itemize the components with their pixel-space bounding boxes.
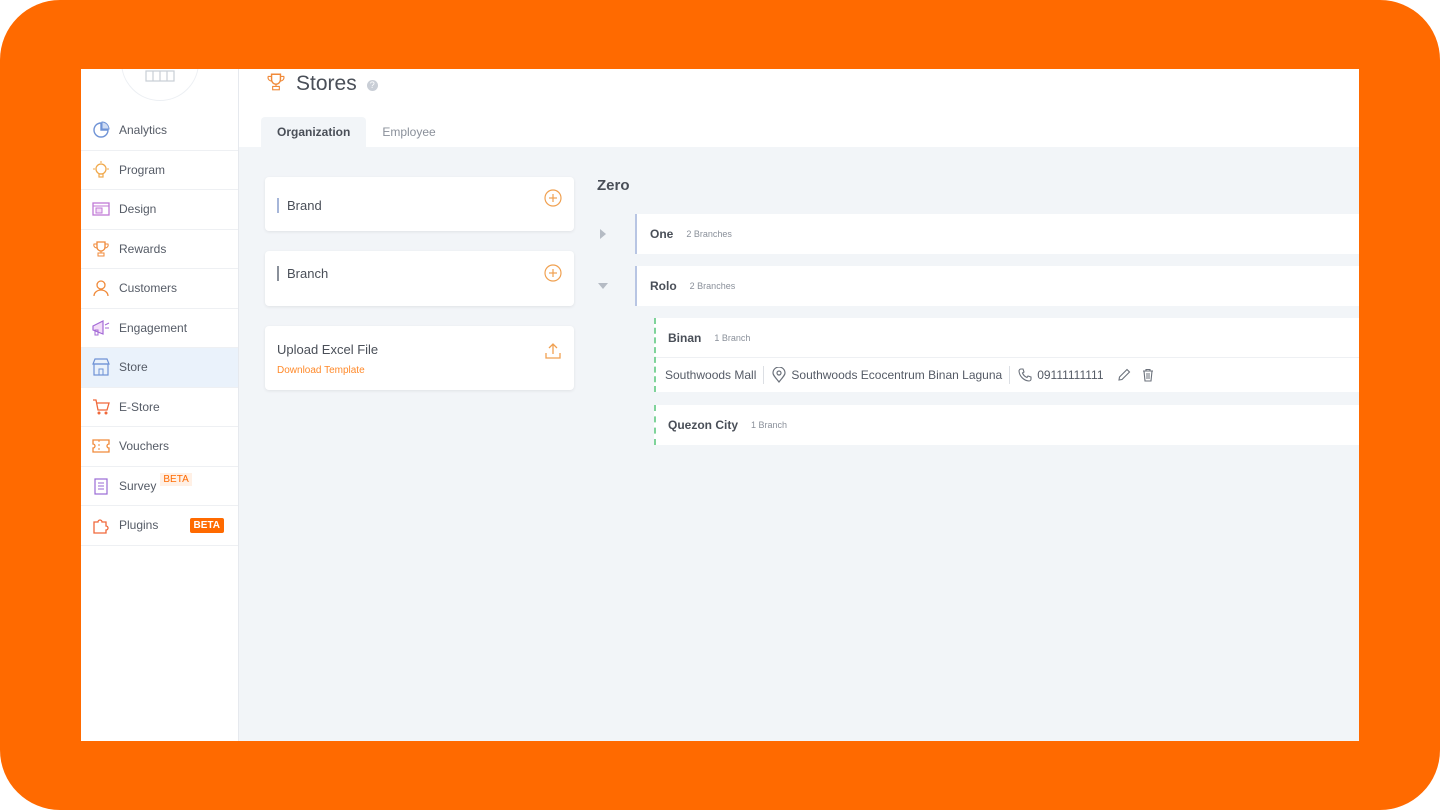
ticket-icon <box>91 436 111 456</box>
add-brand-icon[interactable] <box>544 189 562 207</box>
sidebar-item-label: Design <box>119 202 157 217</box>
app-window: Analytics Program Design Rewards Custome… <box>81 69 1359 741</box>
sidebar-item-rewards[interactable]: Rewards <box>81 230 238 269</box>
pie-chart-icon <box>91 120 111 140</box>
title-row: Stores ? <box>266 72 378 96</box>
avatar[interactable] <box>121 69 199 101</box>
store-name: Southwoods Mall <box>665 368 757 382</box>
sidebar-item-vouchers[interactable]: Vouchers <box>81 427 238 467</box>
sidebar-item-label: Customers <box>119 281 178 296</box>
page-header: Stores ? Organization Employee <box>239 69 1359 147</box>
sidebar-item-label: Plugins <box>119 518 159 533</box>
sidebar-item-label: Store <box>119 360 148 375</box>
collapse-caret-icon[interactable] <box>597 280 609 292</box>
branch-panel: Quezon City 1 Branch <box>654 405 1359 445</box>
sidebar-item-engagement[interactable]: Engagement <box>81 309 238 348</box>
branch-panel: Binan 1 Branch Southwoods Mall Southwood… <box>654 318 1359 392</box>
branch-name: Quezon City <box>668 418 739 432</box>
brand-name: One <box>650 227 674 241</box>
lightbulb-icon <box>91 160 111 180</box>
megaphone-icon <box>91 318 111 338</box>
sidebar-item-analytics[interactable]: Analytics <box>81 111 238 151</box>
sidebar-item-label: Vouchers <box>119 439 170 454</box>
divider <box>763 366 765 384</box>
location-pin-icon <box>771 367 787 383</box>
tab-bar: Organization Employee <box>261 117 452 147</box>
brand-label: Brand <box>277 198 322 213</box>
sidebar-item-e-store[interactable]: E-Store <box>81 388 238 427</box>
sidebar-item-survey[interactable]: Survey BETA <box>81 467 238 506</box>
tab-organization[interactable]: Organization <box>261 117 367 147</box>
store-address: Southwoods Ecocentrum Binan Laguna <box>791 368 1003 382</box>
download-template-link[interactable]: Download Template <box>277 365 365 376</box>
branch-header[interactable]: Binan 1 Branch <box>656 318 1359 358</box>
upload-title: Upload Excel File <box>277 342 379 357</box>
sidebar-item-design[interactable]: Design <box>81 190 238 230</box>
sidebar-item-customers[interactable]: Customers <box>81 269 238 309</box>
company-title: Zero <box>597 177 630 194</box>
beta-badge: BETA <box>160 473 192 487</box>
brand-row[interactable]: Rolo 2 Branches <box>635 266 1359 306</box>
trophy-icon <box>266 72 286 97</box>
sidebar-menu: Analytics Program Design Rewards Custome… <box>81 111 238 546</box>
brand-card: Brand <box>265 177 574 231</box>
add-branch-icon[interactable] <box>544 264 562 282</box>
trophy-icon <box>91 239 111 259</box>
puzzle-icon <box>91 515 111 535</box>
brand-name: Rolo <box>650 279 677 293</box>
help-icon[interactable]: ? <box>366 80 378 91</box>
cart-icon <box>91 397 111 417</box>
sidebar-item-program[interactable]: Program <box>81 151 238 190</box>
store-count: 1 Branch <box>714 332 751 343</box>
clipboard-icon <box>91 476 111 496</box>
sidebar: Analytics Program Design Rewards Custome… <box>81 69 239 741</box>
divider <box>1009 366 1011 384</box>
sidebar-item-label: Program <box>119 162 166 177</box>
sidebar-item-store[interactable]: Store <box>81 348 238 388</box>
store-count: 1 Branch <box>751 420 788 430</box>
tab-employee[interactable]: Employee <box>366 117 451 147</box>
store-icon <box>91 357 111 377</box>
brand-row[interactable]: One 2 Branches <box>635 214 1359 254</box>
phone-icon <box>1017 367 1033 383</box>
upload-icon[interactable] <box>544 342 562 360</box>
delete-trash-icon[interactable] <box>1140 367 1156 383</box>
design-icon <box>91 199 111 219</box>
branch-card: Branch <box>265 251 574 306</box>
branch-header[interactable]: Quezon City 1 Branch <box>656 405 1359 445</box>
branch-count: 2 Branches <box>689 281 736 291</box>
sidebar-item-plugins[interactable]: Plugins BETA <box>81 506 238 546</box>
sidebar-item-label: Engagement <box>119 320 188 335</box>
sidebar-item-label: Analytics <box>119 123 168 138</box>
branch-label: Branch <box>277 266 328 281</box>
user-icon <box>91 278 111 298</box>
branch-name: Binan <box>668 330 702 345</box>
sidebar-item-label: E-Store <box>119 399 160 414</box>
page-title: Stores <box>296 72 357 95</box>
edit-pencil-icon[interactable] <box>1116 367 1132 383</box>
expand-caret-icon[interactable] <box>597 228 609 240</box>
branch-count: 2 Branches <box>686 229 732 239</box>
sidebar-item-label: Rewards <box>119 241 167 256</box>
upload-card[interactable]: Upload Excel File Download Template <box>265 326 574 390</box>
sidebar-item-label: Survey <box>119 478 157 493</box>
building-icon <box>145 70 175 82</box>
beta-badge: BETA <box>189 517 224 533</box>
store-phone: 09111111111 <box>1037 368 1104 382</box>
store-row: Southwoods Mall Southwoods Ecocentrum Bi… <box>656 358 1359 392</box>
